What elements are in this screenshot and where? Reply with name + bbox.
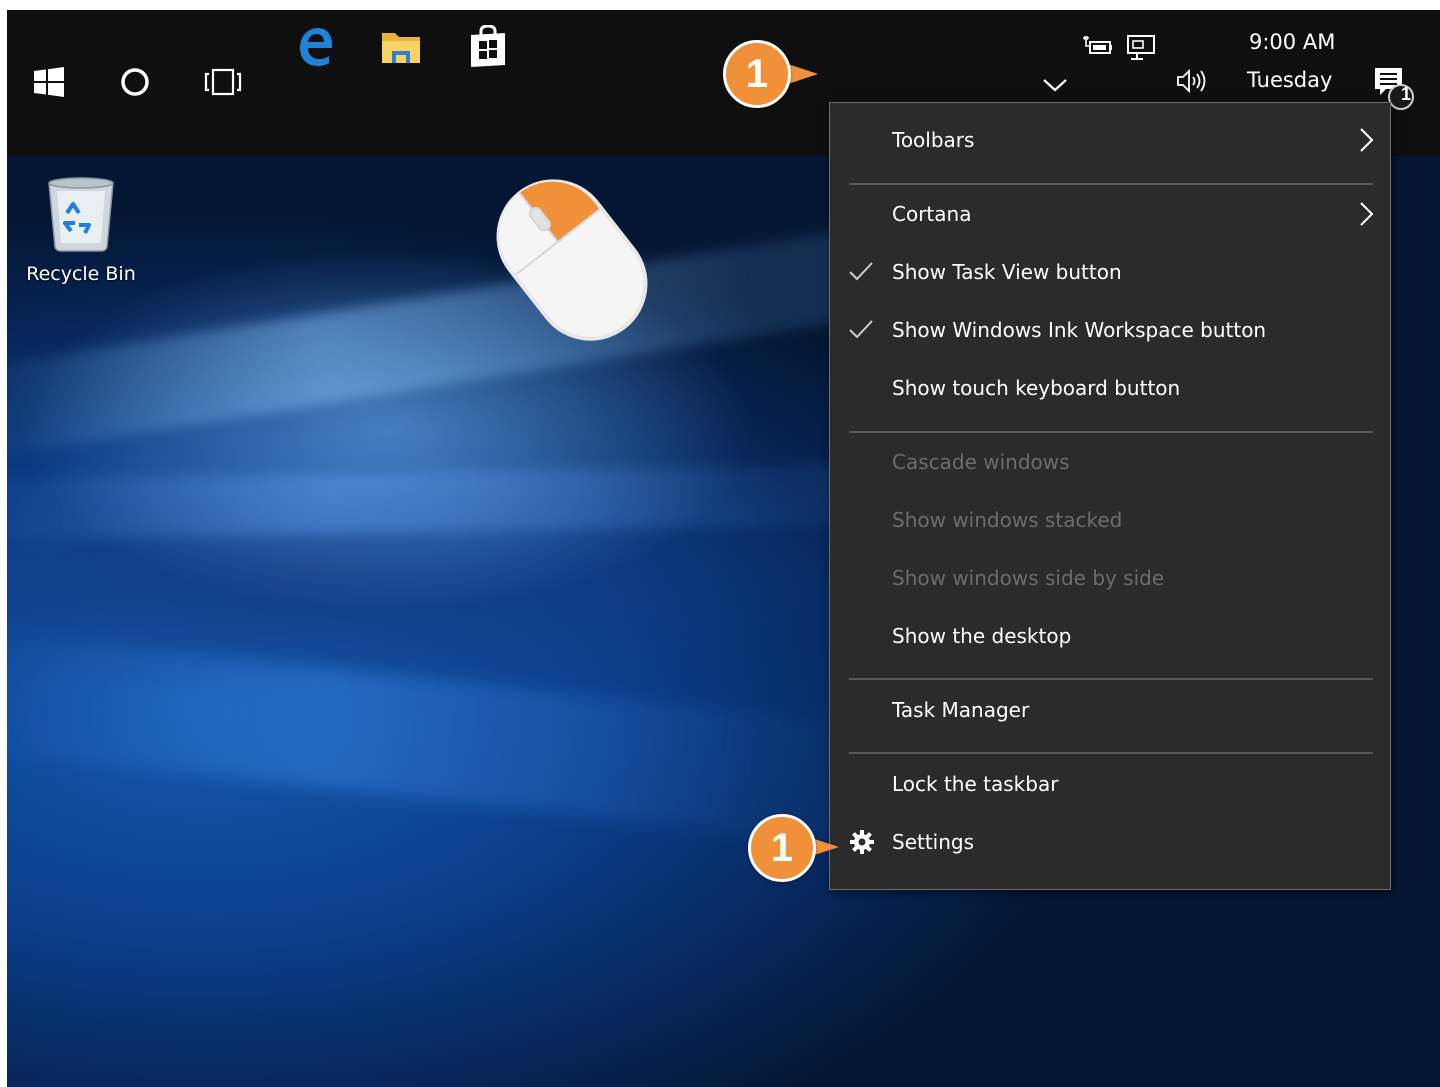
task-view-icon bbox=[204, 68, 242, 96]
menu-item-label: Show Windows Ink Workspace button bbox=[892, 318, 1267, 342]
file-explorer-button[interactable] bbox=[379, 26, 423, 68]
menu-item-label: Cortana bbox=[892, 202, 972, 226]
menu-item-label: Cascade windows bbox=[892, 450, 1070, 474]
recycle-bin-label: Recycle Bin bbox=[26, 263, 136, 285]
menu-item-windows-stacked: Show windows stacked bbox=[830, 494, 1390, 546]
cortana-button[interactable] bbox=[115, 62, 155, 102]
recycle-bin-shortcut[interactable]: Recycle Bin bbox=[21, 175, 141, 285]
menu-item-label: Settings bbox=[892, 830, 975, 854]
chevron-right-icon bbox=[1360, 128, 1374, 152]
menu-item-label: Show touch keyboard button bbox=[892, 376, 1181, 400]
step-callout-taskbar: 1 bbox=[723, 40, 791, 108]
notification-count-badge: 1 bbox=[1400, 84, 1411, 104]
menu-item-label: Show the desktop bbox=[892, 624, 1072, 648]
menu-item-show-touch-keyboard[interactable]: Show touch keyboard button bbox=[830, 362, 1390, 414]
desktop: 9:00 AM Tuesday 1 Recycle Bin 1 Toolbars… bbox=[7, 10, 1440, 1087]
menu-item-label: Show Task View button bbox=[892, 260, 1122, 284]
start-button[interactable] bbox=[29, 62, 69, 102]
network-button[interactable] bbox=[1123, 32, 1159, 62]
chevron-right-icon bbox=[1360, 202, 1374, 226]
menu-separator bbox=[849, 431, 1373, 433]
show-hidden-icons-button[interactable] bbox=[1037, 70, 1073, 100]
menu-item-label: Show windows stacked bbox=[892, 508, 1123, 532]
menu-item-show-task-view[interactable]: Show Task View button bbox=[830, 246, 1390, 298]
menu-item-show-ink-workspace[interactable]: Show Windows Ink Workspace button bbox=[830, 304, 1390, 356]
menu-item-label: Lock the taskbar bbox=[892, 772, 1059, 796]
menu-separator bbox=[849, 183, 1373, 185]
menu-item-label: Show windows side by side bbox=[892, 566, 1165, 590]
volume-button[interactable] bbox=[1173, 66, 1209, 96]
task-view-button[interactable] bbox=[201, 62, 245, 102]
menu-item-show-desktop[interactable]: Show the desktop bbox=[830, 610, 1390, 662]
menu-item-label: Toolbars bbox=[892, 128, 975, 152]
menu-item-cascade-windows: Cascade windows bbox=[830, 436, 1390, 488]
edge-button[interactable] bbox=[293, 24, 337, 68]
power-icon bbox=[1083, 36, 1112, 54]
menu-item-windows-side-by-side: Show windows side by side bbox=[830, 552, 1390, 604]
taskbar-context-menu: Toolbars Cortana Show Task View button S… bbox=[829, 102, 1391, 890]
power-status-button[interactable] bbox=[1079, 32, 1115, 62]
checkmark-icon bbox=[849, 320, 873, 339]
store-icon bbox=[471, 25, 505, 67]
edge-icon bbox=[300, 28, 332, 66]
wallpaper-light-beam bbox=[7, 630, 869, 844]
menu-item-cortana[interactable]: Cortana bbox=[830, 188, 1390, 240]
checkmark-icon bbox=[849, 262, 873, 281]
clock-time[interactable]: 9:00 AM bbox=[1249, 30, 1335, 54]
menu-item-settings[interactable]: Settings bbox=[830, 816, 1390, 868]
menu-item-lock-taskbar[interactable]: Lock the taskbar bbox=[830, 758, 1390, 810]
file-explorer-icon bbox=[382, 33, 420, 63]
menu-item-toolbars[interactable]: Toolbars bbox=[830, 114, 1390, 166]
menu-item-label: Task Manager bbox=[892, 698, 1030, 722]
network-icon bbox=[1127, 35, 1155, 60]
chevron-up-icon bbox=[1043, 79, 1067, 92]
step-callout-settings: 1 bbox=[748, 814, 816, 882]
volume-icon bbox=[1177, 68, 1206, 94]
menu-separator bbox=[849, 678, 1373, 680]
right-click-mouse-icon bbox=[496, 179, 648, 341]
gear-icon bbox=[850, 830, 874, 854]
store-button[interactable] bbox=[466, 24, 510, 68]
clock-day[interactable]: Tuesday bbox=[1247, 68, 1332, 92]
cortana-circle-icon bbox=[121, 68, 149, 96]
recycle-bin-icon bbox=[48, 177, 114, 252]
menu-item-task-manager[interactable]: Task Manager bbox=[830, 684, 1390, 736]
menu-separator bbox=[849, 752, 1373, 754]
wallpaper-light-beam bbox=[7, 464, 868, 540]
windows-logo-icon bbox=[34, 67, 64, 97]
